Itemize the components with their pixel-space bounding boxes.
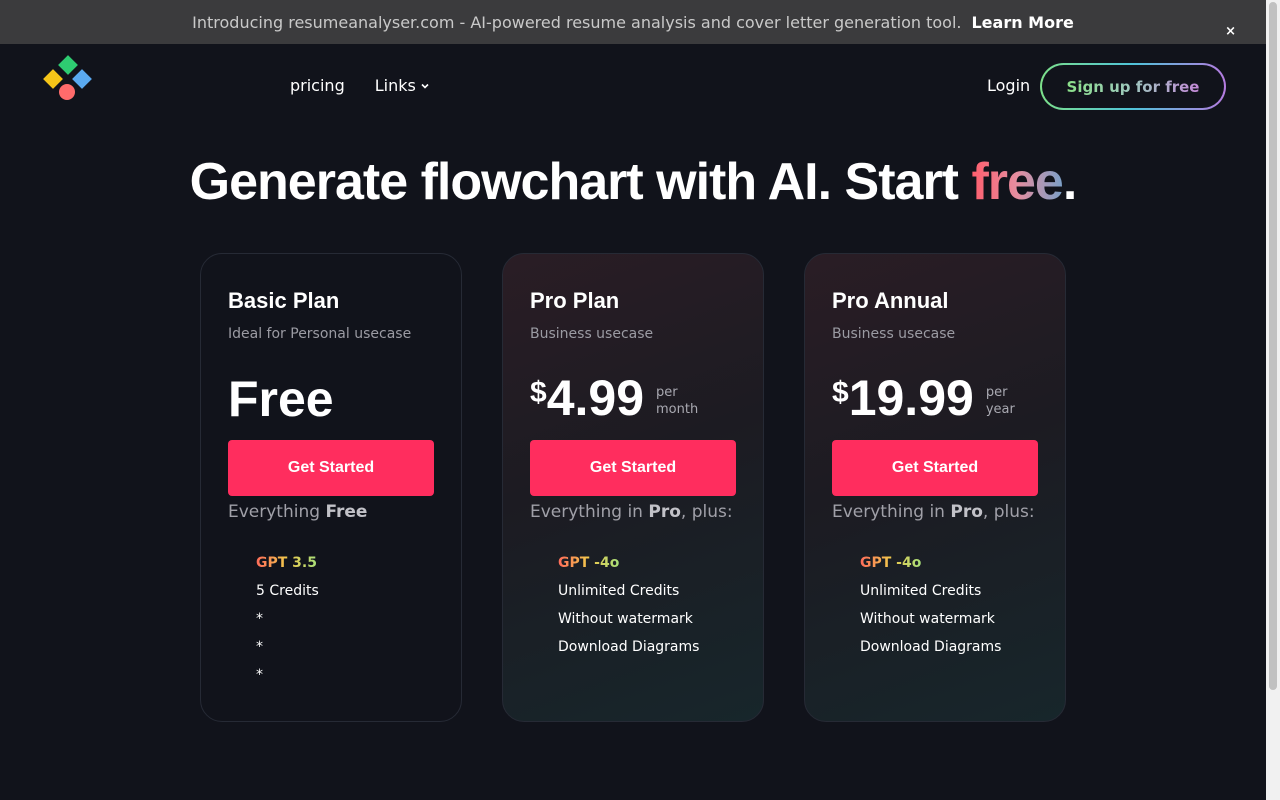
feature-item: Unlimited Credits: [558, 583, 680, 599]
title-highlight: free: [971, 153, 1063, 211]
main-nav: pricing Links: [290, 76, 430, 95]
title-main: Generate flowchart with AI. Start: [189, 153, 972, 211]
feature-list: GPT 3.5 5 Credits * * *: [256, 552, 319, 694]
price-period: per year: [986, 384, 1036, 418]
announcement-banner: Introducing resumeanalyser.com - AI-powe…: [0, 0, 1266, 44]
period-line1: per: [656, 385, 678, 400]
feature-list: GPT -4o Unlimited Credits Without waterm…: [860, 552, 1001, 666]
plan-card-pro-annual: Pro Annual Business usecase $ 19.99 per y…: [804, 253, 1066, 722]
includes-prefix: Everything in: [530, 502, 649, 522]
feature-item: GPT -4o: [860, 554, 921, 582]
plan-includes: Everything in Pro, plus:: [530, 502, 733, 522]
nav-links-dropdown[interactable]: Links: [375, 76, 430, 95]
get-started-button[interactable]: Get Started: [530, 440, 736, 496]
page-title: Generate flowchart with AI. Start free.: [0, 152, 1266, 212]
logo-icon: [43, 55, 92, 100]
plan-price: $ 19.99 per year: [832, 372, 1036, 424]
price-amount: 4.99: [546, 370, 645, 426]
plan-name: Pro Annual: [832, 288, 949, 313]
signup-button-inner: Sign up for free: [1042, 65, 1224, 108]
chevron-down-icon: [421, 83, 429, 89]
feature-item: 5 Credits: [256, 583, 319, 599]
includes-bold: Pro: [950, 502, 983, 522]
signup-label: Sign up for free: [1066, 77, 1200, 96]
includes-suffix: , plus:: [982, 502, 1035, 522]
plan-description: Business usecase: [832, 326, 956, 342]
plan-description: Ideal for Personal usecase: [228, 326, 412, 342]
title-end: .: [1062, 153, 1077, 211]
price-currency: $: [832, 376, 849, 409]
price-amount: 19.99: [848, 370, 974, 426]
feature-item: *: [256, 611, 263, 627]
plan-card-pro: Pro Plan Business usecase $ 4.99 per mont…: [502, 253, 764, 722]
plan-price: $ 4.99 per month: [530, 372, 706, 424]
feature-item: *: [256, 667, 263, 683]
feature-item: Without watermark: [860, 611, 995, 627]
scrollbar[interactable]: [1266, 0, 1280, 800]
period-line1: per: [985, 385, 1008, 400]
get-started-button[interactable]: Get Started: [832, 440, 1038, 496]
includes-prefix: Everything in: [832, 502, 951, 522]
feature-item: Download Diagrams: [860, 639, 1002, 655]
plan-card-basic: Basic Plan Ideal for Personal usecase Fr…: [200, 253, 462, 722]
signup-button[interactable]: Sign up for free: [1040, 63, 1226, 110]
close-icon[interactable]: ×: [1225, 24, 1236, 40]
feature-item: *: [256, 639, 263, 655]
period-line2: year: [985, 402, 1015, 417]
plan-includes: Everything Free: [228, 502, 367, 522]
login-link[interactable]: Login: [987, 76, 1030, 95]
plan-includes: Everything in Pro, plus:: [832, 502, 1035, 522]
plan-name: Pro Plan: [530, 288, 620, 313]
feature-list: GPT -4o Unlimited Credits Without waterm…: [558, 552, 699, 666]
banner-text: Introducing resumeanalyser.com - AI-powe…: [192, 12, 962, 32]
nav-links-label: Links: [374, 76, 416, 95]
feature-item: Without watermark: [558, 611, 693, 627]
plan-name: Basic Plan: [228, 288, 340, 313]
includes-bold: Pro: [648, 502, 681, 522]
learn-more-link[interactable]: Learn More: [971, 13, 1073, 32]
period-line2: month: [656, 402, 699, 417]
plan-description: Business usecase: [530, 326, 654, 342]
get-started-button[interactable]: Get Started: [228, 440, 434, 496]
feature-item: Download Diagrams: [558, 639, 700, 655]
scrollbar-thumb[interactable]: [1269, 2, 1277, 690]
logo[interactable]: [42, 55, 94, 103]
feature-item: GPT -4o: [558, 554, 619, 582]
price-period: per month: [656, 384, 706, 418]
feature-item: GPT 3.5: [256, 554, 317, 582]
price-currency: $: [530, 376, 547, 409]
includes-bold: Free: [325, 502, 368, 522]
includes-suffix: , plus:: [680, 502, 733, 522]
plan-price: Free: [228, 371, 334, 427]
includes-prefix: Everything: [228, 502, 326, 522]
feature-item: Unlimited Credits: [860, 583, 982, 599]
nav-pricing[interactable]: pricing: [290, 76, 345, 95]
